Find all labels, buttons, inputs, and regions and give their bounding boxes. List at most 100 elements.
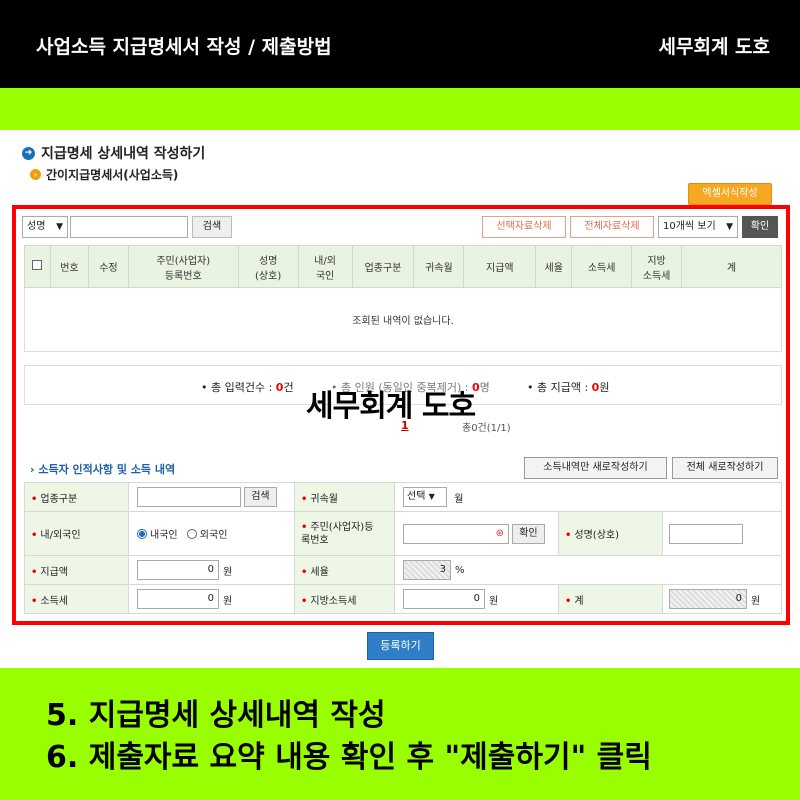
delete-selected-button[interactable]: 선택자료삭제 — [482, 216, 566, 238]
rate-unit: % — [455, 564, 465, 576]
rate-label: 세율 — [310, 566, 329, 578]
select-all-checkbox-cell[interactable] — [24, 245, 51, 288]
month-select[interactable]: 선택 ▼ — [403, 487, 447, 507]
page-title-text: 지급명세 상세내역 작성하기 — [41, 146, 206, 162]
page-title: ➜ 지급명세 상세내역 작성하기 — [22, 143, 205, 163]
total-label-cell: • 계 — [558, 584, 663, 614]
name-label-cell: • 성명(상호) — [558, 511, 663, 556]
summary-count: • 총 입력건수 : 0건 — [201, 379, 294, 395]
summary-amount: • 총 지급액 : 0원 — [527, 379, 609, 395]
banner-title: 사업소득 지급명세서 작성 / 제출방법 — [36, 36, 332, 58]
industry-search-button[interactable]: 검색 — [244, 487, 277, 507]
total-unit: 원 — [751, 595, 761, 607]
page-link-current[interactable]: 1 — [401, 419, 409, 432]
arrow-right-icon: ➜ — [22, 146, 35, 160]
month-select-value: 선택 — [407, 491, 426, 502]
month-unit: 월 — [454, 493, 464, 505]
confirm-button[interactable]: 확인 — [742, 216, 778, 238]
search-field-value: 성명 — [27, 221, 46, 232]
month-label: 귀속월 — [310, 493, 339, 505]
search-input[interactable] — [70, 216, 188, 238]
pay-unit: 원 — [223, 566, 233, 578]
foreign-radio[interactable] — [186, 528, 197, 539]
tax-label-cell: • 소득세 — [24, 584, 129, 614]
tax-input[interactable]: 0 — [137, 589, 219, 609]
pay-label-cell: • 지급액 — [24, 555, 129, 585]
industry-label-cell: • 업종구분 — [24, 482, 129, 512]
col-header: 귀속월 — [413, 245, 465, 288]
industry-input[interactable] — [137, 487, 241, 507]
page-subtitle-text: 간이지급명세서(사업소득) — [46, 168, 179, 182]
chevron-down-icon: ▼ — [726, 222, 733, 232]
col-header: 주민(사업자) 등록번호 — [127, 245, 239, 288]
green-band — [0, 88, 800, 130]
table-row: 조회된 내역이 없습니다. — [24, 287, 782, 352]
summary-amount-unit: 원 — [599, 381, 610, 394]
instruction-band: 5. 지급명세 상세내역 작성 6. 제출자료 요약 내용 확인 후 "제출하기… — [0, 668, 800, 800]
domestic-label: 내국인 — [150, 530, 178, 541]
page-subtitle: › 간이지급명세서(사업소득) — [30, 166, 178, 183]
name-label: 성명(상호) — [574, 530, 620, 541]
total-cell: 0원 — [662, 584, 782, 614]
search-field-select[interactable]: 성명 ▼ — [22, 216, 68, 238]
col-header: 계 — [681, 245, 782, 288]
new-all-button[interactable]: 전체 새로작성하기 — [672, 457, 778, 479]
rate-label-cell: • 세율 — [294, 555, 395, 585]
form-row: • 내/외국인 내국인 외국인 • 주민(사업자)등 록번호 ⊛ 확인 • 성명(상호… — [24, 511, 782, 556]
local-tax-label: 지방소득세 — [310, 595, 357, 607]
id-input[interactable]: ⊛ — [403, 523, 509, 544]
data-table: 번호 수정 주민(사업자) 등록번호 성명 (상호) 내/외 국인 업종구분 귀… — [24, 245, 782, 352]
name-cell — [662, 511, 782, 556]
industry-cell: 검색 — [128, 482, 295, 512]
local-tax-unit: 원 — [489, 595, 499, 607]
nationality-cell: 내국인 외국인 — [128, 511, 295, 556]
local-tax-input[interactable]: 0 — [403, 589, 485, 609]
empty-message: 조회된 내역이 없습니다. — [24, 287, 782, 352]
arrow-right-icon: › — [30, 169, 41, 180]
pay-label: 지급액 — [40, 566, 69, 578]
rate-input: 3 — [403, 560, 451, 580]
page-size-value: 10개씩 보기 — [663, 221, 716, 232]
checkbox[interactable] — [32, 260, 43, 270]
tax-unit: 원 — [223, 595, 233, 607]
nationality-label-cell: • 내/외국인 — [24, 511, 129, 556]
col-header: 성명 (상호) — [237, 245, 299, 288]
banner-brand: 세무회계 도호 — [658, 36, 771, 58]
foreign-label: 외국인 — [199, 530, 228, 541]
delete-all-button[interactable]: 전체자료삭제 — [570, 216, 654, 238]
domestic-radio[interactable] — [137, 528, 147, 539]
search-button[interactable]: 검색 — [192, 216, 232, 238]
rate-cell: 3% — [394, 555, 782, 585]
col-header: 내/외 국인 — [297, 245, 353, 288]
id-confirm-button[interactable]: 확인 — [512, 523, 545, 544]
tax-label: 소득세 — [40, 595, 69, 607]
total-input: 0 — [669, 589, 747, 609]
form-row: • 업종구분 검색 • 귀속월 선택 ▼ 월 — [24, 482, 782, 512]
instruction-line-2: 6. 제출자료 요약 내용 확인 후 "제출하기" 클릭 — [46, 740, 652, 775]
new-income-only-button[interactable]: 소득내역만 새로작성하기 — [524, 457, 667, 479]
id-cell: ⊛ 확인 — [394, 511, 559, 556]
col-header: 지방 소득세 — [631, 245, 683, 288]
pay-input[interactable]: 0 — [137, 560, 219, 580]
summary-amount-label: • 총 지급액 : — [527, 381, 589, 394]
col-header: 지급액 — [463, 245, 537, 288]
page-size-select[interactable]: 10개씩 보기 ▼ — [658, 216, 738, 238]
input-form-table: • 업종구분 검색 • 귀속월 선택 ▼ 월 • 내/외국인 내국인 외국인 • 주민(… — [24, 482, 782, 614]
excel-form-button[interactable]: 엑셀서식작성 — [688, 183, 772, 205]
id-label-cell: • 주민(사업자)등 록번호 — [294, 511, 395, 556]
industry-label: 업종구분 — [40, 493, 78, 505]
form-section-title: › 소득자 인적사항 및 소득 내역 — [30, 463, 176, 476]
summary-people-unit: 명 — [479, 381, 490, 394]
register-button[interactable]: 등록하기 — [367, 632, 434, 660]
form-row: • 소득세 0원 • 지방소득세 0원 • 계 0원 — [24, 584, 782, 614]
col-header: 소득세 — [571, 245, 633, 288]
month-label-cell: • 귀속월 — [294, 482, 395, 512]
name-input[interactable] — [669, 523, 743, 544]
nationality-label: 내/외국인 — [40, 530, 81, 541]
local-tax-cell: 0원 — [394, 584, 559, 614]
summary-count-label: • 총 입력건수 : — [201, 381, 273, 394]
top-banner: 사업소득 지급명세서 작성 / 제출방법 세무회계 도호 — [0, 0, 800, 88]
col-header: 번호 — [49, 245, 89, 288]
month-cell: 선택 ▼ 월 — [394, 482, 782, 512]
chevron-down-icon: ▼ — [56, 222, 63, 232]
